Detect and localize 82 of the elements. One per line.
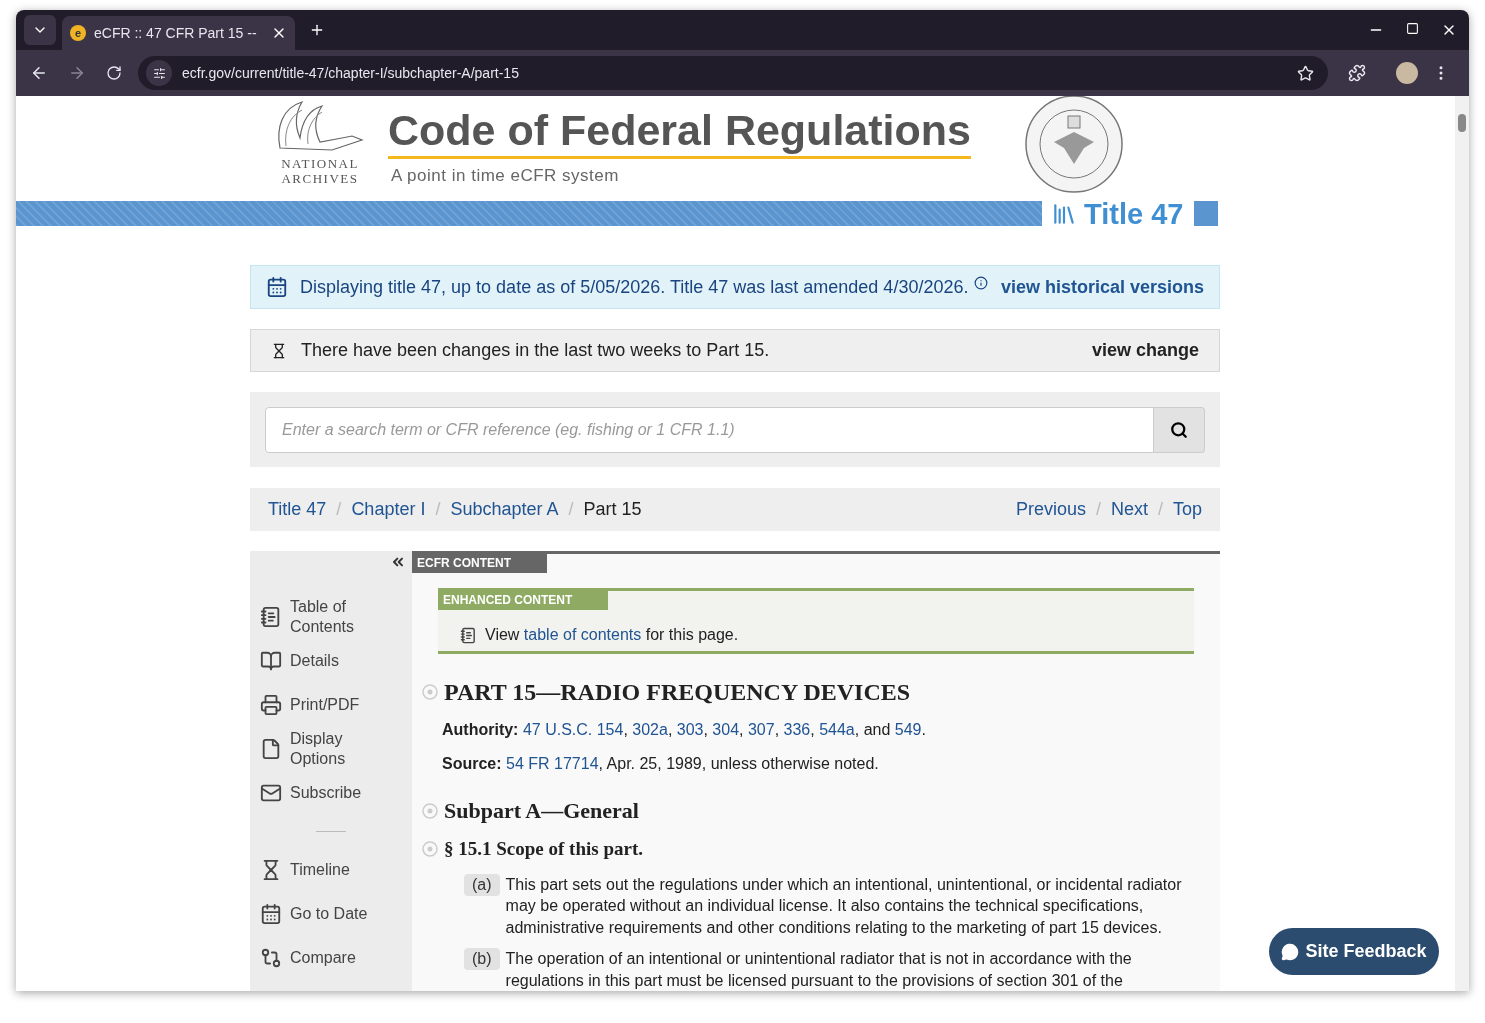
national-archives-logo[interactable]: NATIONAL ARCHIVES (270, 96, 370, 186)
sliders-icon (152, 66, 166, 80)
printer-icon (260, 694, 282, 716)
separator: / (336, 498, 342, 521)
tab-title: eCFR :: 47 CFR Part 15 -- (94, 23, 258, 43)
sidebar-item[interactable]: Details (260, 639, 412, 683)
breadcrumb-link[interactable]: Chapter I (351, 496, 426, 523)
info-icon[interactable] (974, 276, 989, 290)
paragraph-text: This part sets out the regulations under which an intentional, unintentional, or incidental radiator may be operated without an individual license. It also contains the technical specifications, administrative requirements and other conditions relating to the marketing of part 15 devices. (505, 874, 1183, 938)
logo-text: NATIONAL ARCHIVES (281, 156, 359, 186)
bookmark-star-icon[interactable] (1297, 64, 1314, 82)
band-end (1194, 201, 1219, 226)
subpart-heading: Subpart A—General (444, 797, 639, 825)
citation-link[interactable]: 336 (783, 721, 811, 738)
paragraph-text: The operation of an intentional or unintentional radiator that is not in accordance with the regulations in this part must be licensed pursuant to the provisions of section 301 of the (505, 949, 1133, 991)
sidebar-item[interactable]: Table of Contents (260, 595, 412, 639)
site-subtitle: A point in time eCFR system (391, 165, 620, 187)
view-change-link[interactable]: view change (1091, 337, 1199, 364)
citation-link[interactable]: 307 (747, 721, 775, 738)
enhanced-label: ENHANCED CONTENT (438, 591, 608, 610)
favicon: e (70, 25, 86, 41)
citation-link[interactable]: 303 (676, 721, 704, 738)
separator: / (568, 498, 574, 521)
toc-link[interactable]: table of contents (523, 626, 642, 643)
notebook-icon (260, 606, 282, 628)
reload-icon[interactable] (106, 65, 122, 81)
site-feedback-button[interactable]: Site Feedback (1269, 928, 1439, 975)
forward-icon[interactable] (68, 64, 86, 82)
url-text: ecfr.gov/current/title-47/chapter-I/subchapter-A/part-15 (182, 63, 520, 83)
sidebar-item[interactable]: Subscribe (260, 771, 412, 815)
separator: / (1095, 498, 1101, 521)
browser-tab[interactable]: e eCFR :: 47 CFR Part 15 -- (62, 16, 295, 50)
citation-link[interactable]: 549 (894, 721, 922, 738)
source-line: Source: 54 FR 17714, Apr. 25, 1989, unless otherwise noted. (442, 754, 880, 774)
breadcrumb-link[interactable]: Part 15 (583, 496, 642, 523)
new-tab-icon[interactable] (309, 22, 325, 38)
search-button[interactable] (1154, 406, 1205, 453)
view-history-link[interactable]: view historical versions (1000, 273, 1204, 301)
search-field[interactable]: Enter a search term or CFR reference (eg. fishing or 1 CFR 1.1) (265, 406, 1154, 453)
scrollbar[interactable] (1455, 96, 1469, 991)
maximize-icon[interactable] (1406, 22, 1419, 35)
speech-bubble-icon (1281, 942, 1300, 961)
citation-link[interactable]: 302a (632, 721, 668, 738)
sidebar-item[interactable]: Timeline (260, 848, 412, 892)
nav-link[interactable]: Previous (1015, 496, 1086, 523)
section-heading: § 15.1 Scope of this part. (444, 837, 643, 861)
back-icon[interactable] (30, 64, 48, 82)
sidebar-item[interactable]: Compare (260, 936, 412, 980)
extensions-icon[interactable] (1348, 64, 1366, 82)
alert-text: There have been changes in the last two weeks to Part 15. (301, 339, 770, 362)
nav-link[interactable]: Next (1110, 496, 1148, 523)
sidebar-item[interactable]: Display Options (260, 727, 412, 771)
site-title: Code of Federal Regulations (388, 104, 971, 159)
envelope-icon (260, 782, 282, 804)
citation-link[interactable]: 544a (819, 721, 855, 738)
part-heading: PART 15—RADIO FREQUENCY DEVICES (444, 678, 911, 707)
sidebar-item[interactable]: Print/PDF (260, 683, 412, 727)
site-info-button[interactable] (146, 60, 172, 86)
toc-sentence: View table of contents for this page. (485, 625, 739, 645)
calendar-icon (266, 276, 288, 298)
paragraph-marker: (a) (464, 873, 500, 896)
sidebar-item[interactable]: Go to Date (260, 892, 412, 936)
search-icon (1170, 420, 1188, 439)
tab-list-button[interactable] (24, 15, 56, 45)
calendar-icon (260, 903, 282, 925)
authority-line: Authority: 47 U.S.C. 154, 302a, 303, 304, 307, 336, 544a, and 549. (442, 720, 927, 740)
paragraph-marker: (b) (464, 948, 500, 970)
notebook-icon (460, 625, 477, 645)
hourglass-icon (271, 341, 287, 360)
open-book-icon (260, 650, 282, 672)
compare-icon (260, 947, 282, 969)
breadcrumb-link[interactable]: Title 47 (268, 496, 327, 523)
address-bar[interactable]: ecfr.gov/current/title-47/chapter-I/subchapter-A/part-15 (138, 56, 1328, 90)
document-icon (260, 738, 282, 760)
separator: / (435, 498, 441, 521)
nav-link[interactable]: Top (1172, 496, 1202, 523)
separator: / (1157, 498, 1163, 521)
breadcrumb-link[interactable]: Subchapter A (450, 496, 559, 523)
citation-link[interactable]: 54 FR 17714 (506, 755, 599, 772)
alert-text: Displaying title 47, up to date as of 5/05/2026. Title 47 was last amended 4/30/2026. (300, 275, 969, 299)
citation-link[interactable]: 47 U.S.C. 154 (522, 721, 624, 738)
profile-avatar[interactable] (1396, 62, 1418, 84)
